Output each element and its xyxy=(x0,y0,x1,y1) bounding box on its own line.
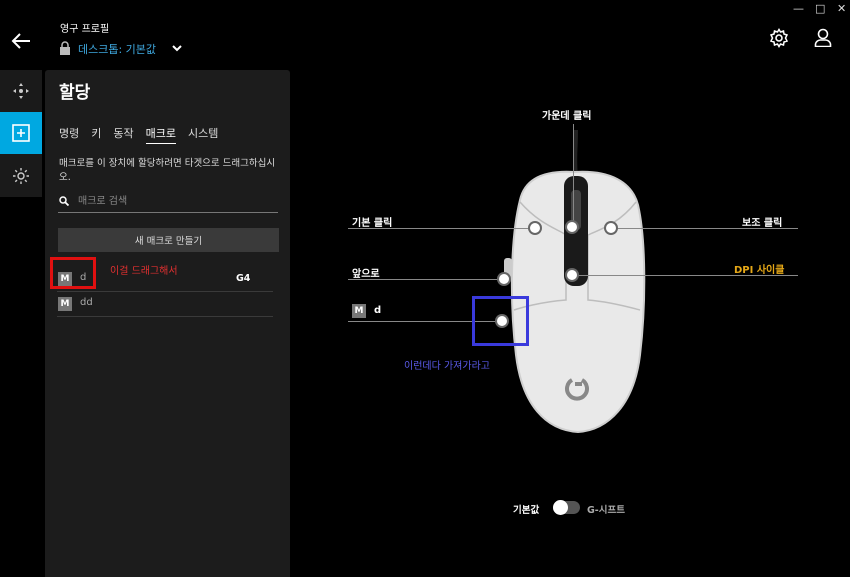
toggle-gshift-label: G-시프트 xyxy=(587,505,625,516)
chevron-down-icon[interactable] xyxy=(172,44,182,52)
middle-click-line xyxy=(573,124,574,224)
macro-search-input[interactable] xyxy=(78,192,273,210)
annotation-red-box xyxy=(50,257,96,289)
plus-square-icon xyxy=(12,124,30,142)
annotation-blue-text: 이런데다 가져가라고 xyxy=(404,361,490,372)
rail-lighting[interactable] xyxy=(0,155,42,197)
forward-label[interactable]: 앞으로 xyxy=(352,265,380,280)
dpi-cycle-label[interactable]: DPI 사이클 xyxy=(734,261,784,276)
macro-hint-text: 매크로를 이 장치에 할당하려면 타겟으로 드래그하십시오. xyxy=(59,158,276,183)
lock-icon xyxy=(60,41,70,55)
search-icon xyxy=(59,196,69,206)
assigned-key-label: G4 xyxy=(236,273,251,284)
profile-title: 영구 프로필 xyxy=(60,24,110,35)
tab-actions[interactable]: 동작 xyxy=(113,125,133,144)
tab-macros[interactable]: 매크로 xyxy=(145,125,176,144)
minimize-button[interactable]: — xyxy=(793,2,804,15)
macro-badge: M xyxy=(352,304,366,318)
back-button-macro-label[interactable]: d xyxy=(374,305,381,316)
annotation-red-text: 이걸 드래그해서 xyxy=(110,266,178,277)
toggle-knob xyxy=(553,500,568,515)
secondary-click-dot[interactable] xyxy=(606,223,616,233)
middle-click-label[interactable]: 가운데 클릭 xyxy=(542,107,591,122)
annotation-blue-box xyxy=(472,296,529,346)
gshift-toggle[interactable] xyxy=(553,500,580,515)
panel-title: 할당 xyxy=(59,83,91,103)
forward-dot[interactable] xyxy=(499,274,509,284)
pointer-move-icon xyxy=(13,83,29,99)
secondary-click-line xyxy=(612,228,798,229)
mouse-image xyxy=(504,130,646,434)
back-arrow-icon[interactable] xyxy=(10,30,32,52)
macro-name: dd xyxy=(80,297,93,308)
sun-icon xyxy=(13,168,29,184)
gear-icon[interactable] xyxy=(769,28,789,48)
toggle-default-label: 기본값 xyxy=(513,505,540,516)
rail-assignments[interactable] xyxy=(0,112,42,154)
macro-search xyxy=(58,192,278,213)
primary-click-dot[interactable] xyxy=(530,223,540,233)
primary-click-line xyxy=(348,228,533,229)
dpi-cycle-dot[interactable] xyxy=(567,270,577,280)
tab-keys[interactable]: 키 xyxy=(91,125,101,144)
macro-badge: M xyxy=(58,297,72,311)
primary-click-label[interactable]: 기본 클릭 xyxy=(352,214,392,229)
forward-line xyxy=(348,279,503,280)
user-icon[interactable] xyxy=(814,28,832,47)
tab-system[interactable]: 시스템 xyxy=(188,125,218,144)
assignments-panel xyxy=(45,70,290,577)
rail-pointer-settings[interactable] xyxy=(0,70,42,112)
close-button[interactable]: ✕ xyxy=(837,2,846,15)
tab-commands[interactable]: 명령 xyxy=(59,125,79,144)
profile-selector[interactable]: 데스크톱: 기본값 xyxy=(78,41,156,57)
create-macro-button[interactable]: 새 매크로 만들기 xyxy=(58,228,279,252)
macro-item[interactable]: M dd xyxy=(57,292,273,317)
tab-bar: 명령 키 동작 매크로 시스템 xyxy=(59,125,230,144)
dpi-cycle-line xyxy=(577,275,798,276)
maximize-button[interactable]: □ xyxy=(815,2,825,15)
secondary-click-label[interactable]: 보조 클릭 xyxy=(742,214,782,229)
middle-click-dot[interactable] xyxy=(567,222,577,232)
